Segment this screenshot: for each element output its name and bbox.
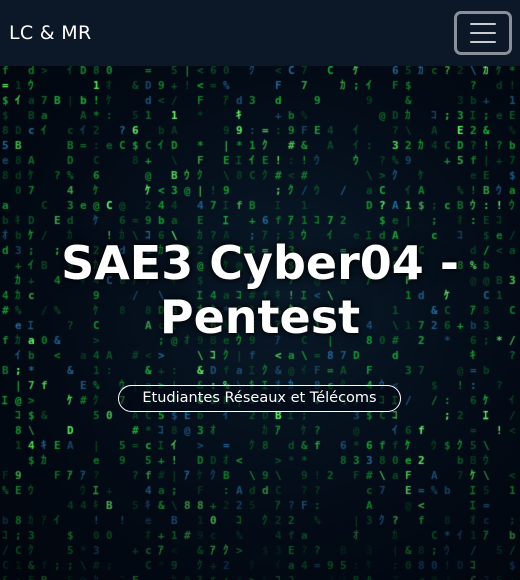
hero-tagline-badge: Etudiantes Réseaux et Télécoms (118, 385, 401, 412)
hamburger-menu-icon (470, 23, 496, 25)
hero-section: SAE3 Cyber04 - Pentest Etudiantes Réseau… (0, 66, 520, 580)
hamburger-menu-icon-line (470, 32, 496, 34)
hamburger-menu-icon-line (470, 41, 496, 43)
hero-title: SAE3 Cyber04 - Pentest (61, 236, 459, 344)
navbar: LC & MR (0, 0, 520, 66)
hero-content: SAE3 Cyber04 - Pentest Etudiantes Réseau… (0, 66, 520, 580)
navbar-toggler-button[interactable] (454, 11, 512, 55)
brand-link[interactable]: LC & MR (9, 22, 91, 44)
